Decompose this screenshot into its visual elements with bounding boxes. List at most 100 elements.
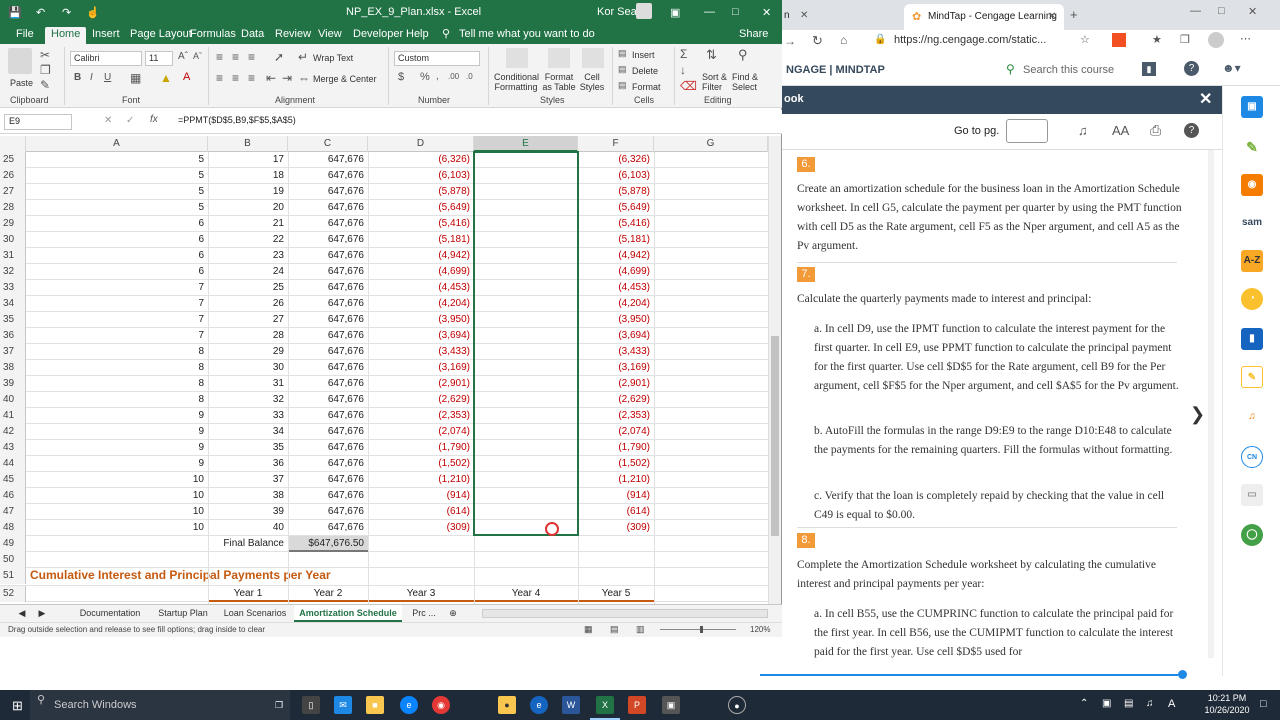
language-indicator[interactable]: A (1168, 698, 1175, 710)
section-title[interactable]: Cumulative Interest and Principal Paymen… (26, 568, 426, 586)
cell-b[interactable]: 31 (208, 376, 288, 392)
final-balance-label[interactable]: Final Balance (208, 536, 288, 552)
cell-f[interactable]: (914) (578, 488, 654, 504)
minimize-icon[interactable]: — (704, 6, 715, 18)
column-header-f[interactable]: F (578, 136, 654, 152)
app-icon[interactable]: ▣ (662, 696, 680, 714)
row-number[interactable]: 27 (0, 184, 26, 200)
cell-a[interactable]: 10 (26, 504, 208, 520)
cell-c[interactable]: 647,676 (288, 440, 368, 456)
column-header-b[interactable]: B (208, 136, 288, 152)
cell-d[interactable]: (1,790) (368, 440, 474, 456)
sheet-tab-startup-plan[interactable]: Startup Plan (152, 605, 214, 622)
content-scrollbar[interactable] (1208, 150, 1214, 658)
sort-filter-icon[interactable]: ⇅ (706, 47, 717, 63)
cell-c[interactable]: 647,676 (288, 216, 368, 232)
paste-icon[interactable] (8, 48, 32, 74)
close-icon[interactable]: ✕ (1248, 5, 1257, 18)
cell-f[interactable]: (309) (578, 520, 654, 536)
cell-d[interactable]: (1,210) (368, 472, 474, 488)
cell-f[interactable]: (614) (578, 504, 654, 520)
progress-icon[interactable]: ◯ (1241, 524, 1263, 546)
cell-styles-button[interactable]: Cell Styles (578, 72, 606, 92)
year-header[interactable]: Year 3 (368, 586, 474, 602)
align-left-icon[interactable]: ≡ (216, 71, 223, 85)
mail-icon[interactable]: ✉ (334, 696, 352, 714)
row-number[interactable]: 25 (0, 152, 26, 168)
comma-icon[interactable]: , (436, 71, 439, 82)
percent-icon[interactable]: % (420, 71, 430, 83)
row-number[interactable]: 40 (0, 392, 26, 408)
format-button[interactable]: Format (632, 82, 661, 92)
cell-f[interactable]: (4,204) (578, 296, 654, 312)
cell-b[interactable]: 34 (208, 424, 288, 440)
cell-c[interactable]: 647,676 (288, 296, 368, 312)
close-tab-icon[interactable]: ✕ (800, 10, 808, 21)
taskbar-search[interactable]: ⚲ Search Windows (30, 690, 290, 720)
tab-insert[interactable]: Insert (86, 27, 126, 44)
clock-date[interactable]: 10/26/2020 (1200, 705, 1254, 715)
cell-b[interactable]: 32 (208, 392, 288, 408)
read-aloud-icon[interactable]: ♫ (1078, 123, 1088, 138)
note-icon[interactable]: ✎ (1241, 366, 1263, 388)
favorites-icon[interactable]: ★ (1152, 33, 1162, 46)
close-tab-icon[interactable]: ✕ (1048, 11, 1056, 22)
notifications-icon[interactable]: □ (1260, 698, 1267, 710)
row-number[interactable]: 30 (0, 232, 26, 248)
merge-center-button[interactable]: Merge & Center (313, 74, 377, 84)
cell-a[interactable]: 9 (26, 408, 208, 424)
excel-icon[interactable]: X (596, 696, 614, 714)
tell-me-search[interactable]: Tell me what you want to do (453, 27, 601, 44)
sheet-tab-more[interactable]: Prc ... (406, 605, 442, 622)
row-number[interactable]: 36 (0, 328, 26, 344)
book-icon[interactable]: ▮ (1241, 328, 1263, 350)
cell-f[interactable]: (5,649) (578, 200, 654, 216)
touch-mode-icon[interactable]: ☝ (86, 6, 100, 19)
paste-button[interactable]: Paste (10, 78, 33, 88)
insert-button[interactable]: Insert (632, 50, 655, 60)
ribbon-display-icon[interactable]: ▣ (670, 6, 680, 19)
next-page-icon[interactable]: ❯ (1190, 404, 1205, 425)
cell-b[interactable]: 23 (208, 248, 288, 264)
cell-b[interactable]: 21 (208, 216, 288, 232)
cell-f[interactable]: (6,326) (578, 152, 654, 168)
tab-file[interactable]: File (10, 27, 40, 44)
cell-d[interactable]: (3,694) (368, 328, 474, 344)
decrease-decimal-icon[interactable]: .0 (466, 72, 473, 81)
cell-b[interactable]: 28 (208, 328, 288, 344)
cell-c[interactable]: 647,676 (288, 280, 368, 296)
cancel-icon[interactable]: ✕ (104, 115, 112, 126)
cell-d[interactable]: (4,699) (368, 264, 474, 280)
help-icon[interactable]: ? (1184, 123, 1199, 138)
cell-d[interactable]: (2,353) (368, 408, 474, 424)
cell-f[interactable]: (6,103) (578, 168, 654, 184)
find-select-icon[interactable]: ⚲ (738, 47, 748, 63)
tray-app-icon[interactable]: ▣ (1102, 698, 1111, 709)
worksheet-grid[interactable]: A B C D E F G 25 5 17 647,676 (6,326) (6,326)… (0, 136, 768, 604)
row-number[interactable]: 48 (0, 520, 26, 536)
cell-f[interactable]: (5,878) (578, 184, 654, 200)
normal-view-icon[interactable]: ▦ (584, 624, 593, 635)
tab-help[interactable]: Help (400, 27, 435, 44)
cell-b[interactable]: 22 (208, 232, 288, 248)
tray-chevron-icon[interactable]: ⌃ (1080, 698, 1088, 709)
format-cells-icon[interactable]: ▤ (618, 80, 627, 91)
find-select-button[interactable]: Find & Select (732, 72, 762, 92)
cell-a[interactable]: 9 (26, 440, 208, 456)
row-number[interactable]: 46 (0, 488, 26, 504)
row-number[interactable]: 35 (0, 312, 26, 328)
cell-d[interactable]: (914) (368, 488, 474, 504)
audio-icon[interactable]: ♫ (1241, 406, 1263, 428)
powerpoint-icon[interactable]: P (628, 696, 646, 714)
scrollbar-thumb[interactable] (771, 336, 779, 536)
row-number[interactable]: 42 (0, 424, 26, 440)
cell-a[interactable]: 10 (26, 472, 208, 488)
cell-b[interactable]: 33 (208, 408, 288, 424)
cell-b[interactable]: 29 (208, 344, 288, 360)
year-header[interactable]: Year 1 (208, 586, 288, 602)
minimize-icon[interactable]: — (1190, 5, 1201, 17)
redo-icon[interactable]: ↷ (62, 6, 71, 19)
ie-icon[interactable]: e (530, 696, 548, 714)
cell-d[interactable]: (5,649) (368, 200, 474, 216)
row-number[interactable]: 39 (0, 376, 26, 392)
